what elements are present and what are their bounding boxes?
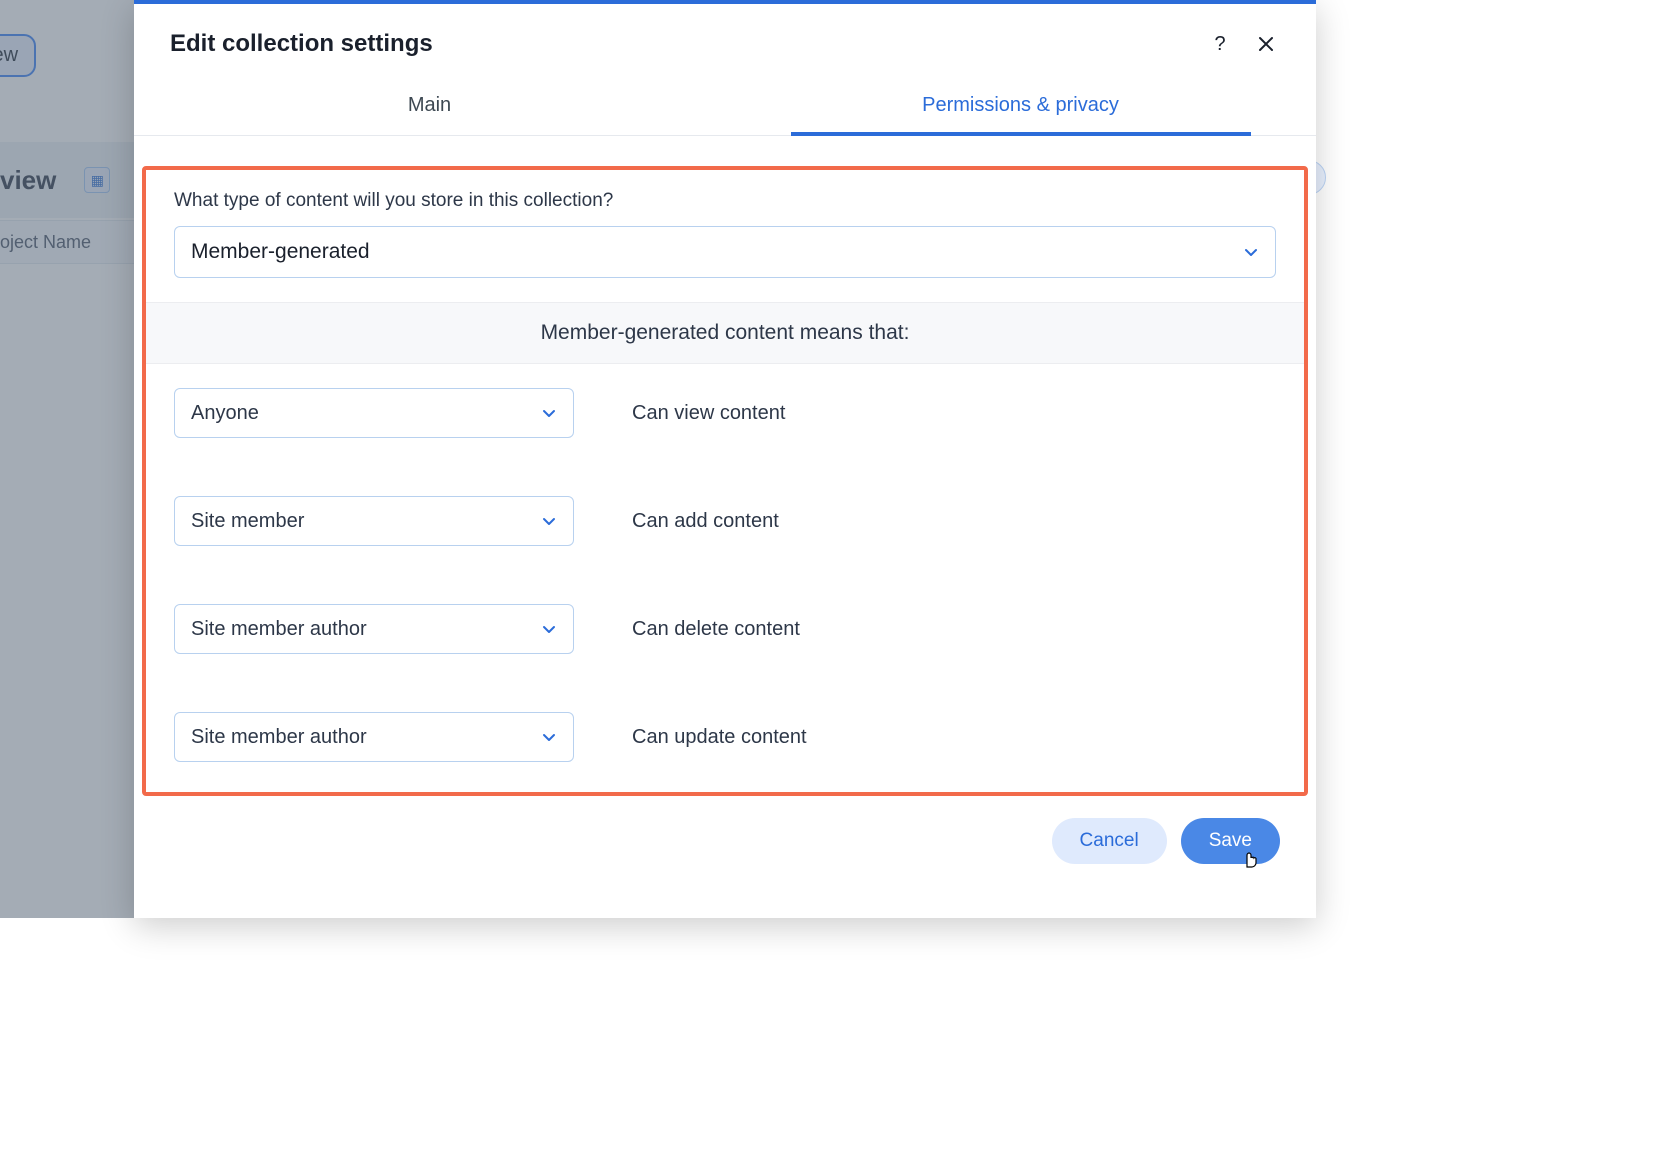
delete-role-select[interactable]: Site member author (174, 604, 574, 654)
modal-tabs: Main Permissions & privacy (134, 78, 1316, 136)
modal-title: Edit collection settings (170, 30, 433, 58)
edit-collection-modal: Edit collection settings ? Main Permissi… (134, 0, 1316, 918)
content-type-section: What type of content will you store in t… (146, 170, 1304, 278)
chevron-down-icon (1243, 244, 1259, 260)
content-type-select[interactable]: Member-generated (174, 226, 1276, 278)
tab-permissions[interactable]: Permissions & privacy (725, 78, 1316, 135)
close-icon[interactable] (1252, 30, 1280, 58)
permission-row-add: Site member Can add content (174, 496, 1276, 546)
add-role-value: Site member (191, 510, 304, 533)
view-role-value: Anyone (191, 402, 259, 425)
chevron-down-icon (541, 621, 557, 637)
update-role-select[interactable]: Site member author (174, 712, 574, 762)
save-button[interactable]: Save (1181, 818, 1280, 864)
update-role-desc: Can update content (632, 726, 807, 749)
chevron-down-icon (541, 729, 557, 745)
view-role-select[interactable]: Anyone (174, 388, 574, 438)
chevron-down-icon (541, 513, 557, 529)
delete-role-desc: Can delete content (632, 618, 800, 641)
delete-role-value: Site member author (191, 618, 367, 641)
explain-bar: Member-generated content means that: (146, 302, 1304, 364)
content-type-label: What type of content will you store in t… (174, 190, 1276, 212)
add-role-desc: Can add content (632, 510, 779, 533)
view-role-desc: Can view content (632, 402, 785, 425)
permission-rows: Anyone Can view content Site member Can … (146, 364, 1304, 762)
permission-row-view: Anyone Can view content (174, 388, 1276, 438)
permissions-panel-highlight: What type of content will you store in t… (142, 166, 1308, 796)
cancel-button[interactable]: Cancel (1052, 818, 1167, 864)
add-role-select[interactable]: Site member (174, 496, 574, 546)
modal-footer: Cancel Save (134, 796, 1316, 864)
help-icon[interactable]: ? (1206, 30, 1234, 58)
content-type-selected-value: Member-generated (191, 240, 370, 264)
permission-row-delete: Site member author Can delete content (174, 604, 1276, 654)
permission-row-update: Site member author Can update content (174, 712, 1276, 762)
chevron-down-icon (541, 405, 557, 421)
modal-titlebar: Edit collection settings ? (134, 4, 1316, 58)
save-button-label: Save (1209, 830, 1252, 851)
update-role-value: Site member author (191, 726, 367, 749)
tab-main[interactable]: Main (134, 78, 725, 135)
